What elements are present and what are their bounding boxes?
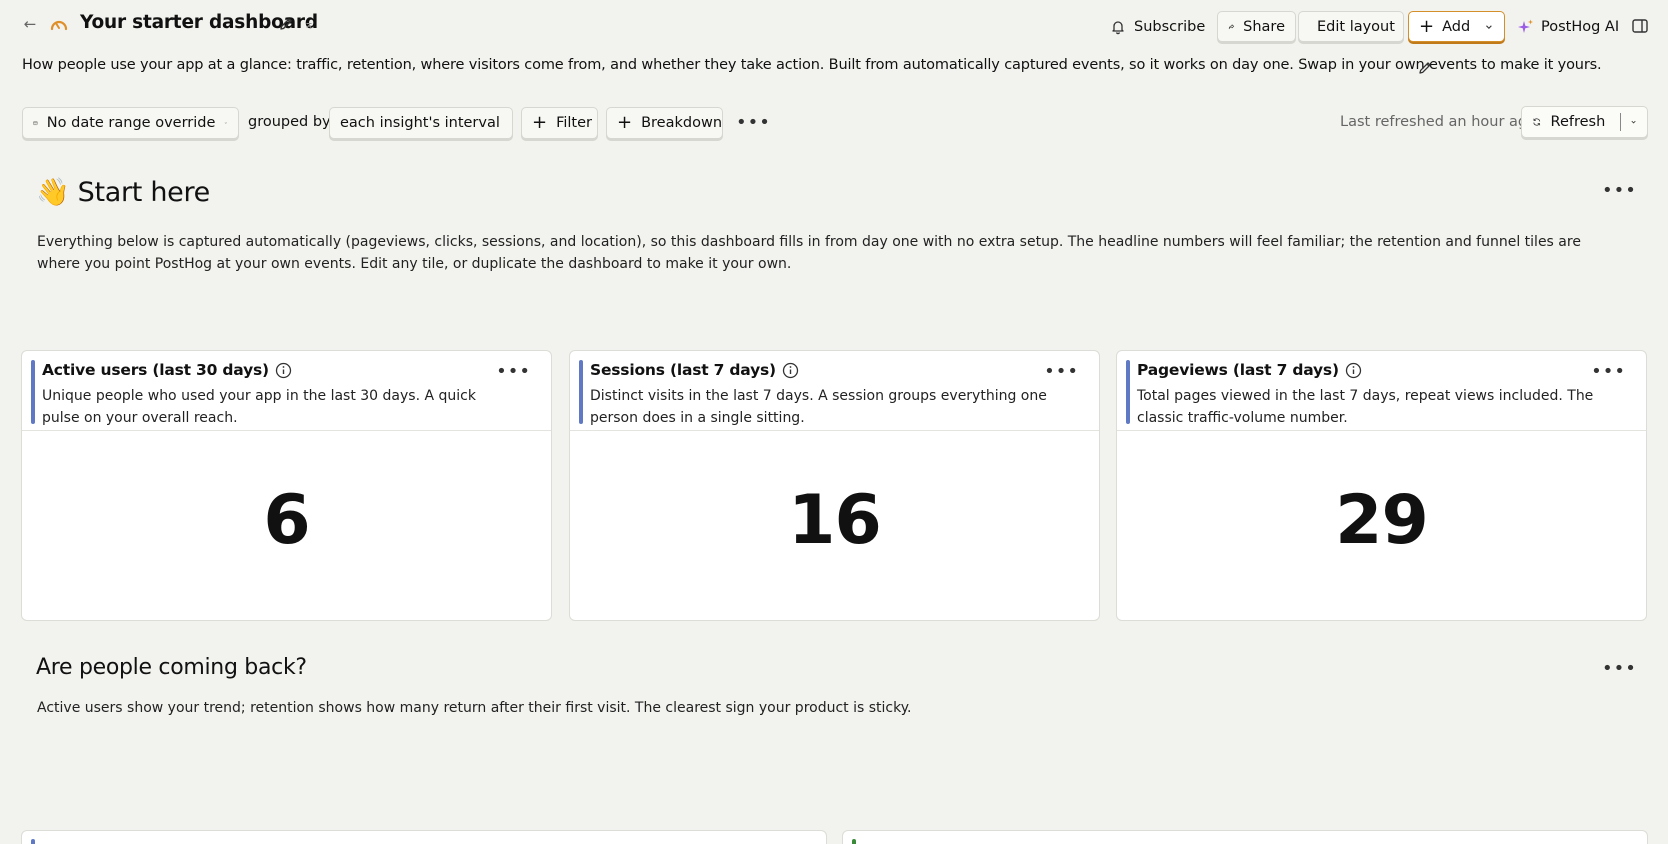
dashboard-icon <box>49 16 69 36</box>
section-body-start-here: Everything below is captured automatical… <box>37 234 1581 272</box>
refresh-button[interactable]: Refresh <box>1521 106 1648 138</box>
info-icon[interactable] <box>782 362 799 379</box>
interval-select[interactable]: each insight's interval <box>329 107 513 139</box>
ai-label: PostHog AI <box>1541 19 1620 35</box>
insight-card-partial[interactable] <box>842 830 1648 844</box>
card-description: Total pages viewed in the last 7 days, r… <box>1137 388 1594 426</box>
interval-label: each insight's interval <box>340 115 500 131</box>
refresh-label: Refresh <box>1550 114 1606 130</box>
more-icon[interactable]: ••• <box>496 361 531 382</box>
sparkle-icon <box>1518 19 1533 33</box>
share-icon <box>1228 23 1235 29</box>
section-body-coming-back: Active users show your trend; retention … <box>37 700 912 716</box>
breakdown-label: Breakdown <box>641 115 723 131</box>
dashboard-description: How people use your app at a glance: tra… <box>22 57 1602 73</box>
chevron-down-icon[interactable] <box>1630 116 1637 128</box>
back-arrow-icon[interactable]: ← <box>20 14 40 34</box>
card-header: Sessions (last 7 days) Distinct visits i… <box>570 351 1099 431</box>
add-label: Add <box>1442 18 1471 35</box>
bell-icon <box>1112 21 1124 35</box>
filter-label: Filter <box>556 115 593 131</box>
chevron-down-icon[interactable] <box>1484 21 1494 33</box>
card-title[interactable]: Sessions (last 7 days) <box>590 361 776 379</box>
top-bar: ← Your starter dashboard ⌅ Subscribe Sha… <box>0 0 1668 52</box>
section-title-start-here: 👋 Start here <box>36 177 210 208</box>
card-value: 6 <box>263 481 310 560</box>
date-range-select[interactable]: No date range override <box>22 107 239 139</box>
card-value: 29 <box>1335 481 1429 560</box>
card-description: Unique people who used your app in the l… <box>42 388 476 426</box>
plus-icon: + <box>617 112 633 133</box>
edit-layout-button[interactable]: Edit layout <box>1298 11 1404 42</box>
edit-description-pencil-icon[interactable] <box>1417 60 1433 76</box>
posthog-ai-button[interactable]: PostHog AI <box>1517 14 1619 40</box>
card-accent-bar <box>852 839 856 844</box>
filter-button[interactable]: + Filter <box>521 107 598 139</box>
insight-card-pageviews[interactable]: Pageviews (last 7 days) Total pages view… <box>1116 350 1647 621</box>
more-icon[interactable]: ••• <box>1602 180 1637 201</box>
more-icon[interactable]: ••• <box>1591 361 1626 382</box>
plus-icon: + <box>1419 15 1435 37</box>
card-accent-bar <box>579 360 583 424</box>
card-description: Distinct visits in the last 7 days. A se… <box>590 388 1047 426</box>
add-button[interactable]: + Add <box>1408 11 1505 42</box>
date-range-label: No date range override <box>46 115 216 131</box>
refresh-icon <box>1533 118 1541 126</box>
section-title-coming-back: Are people coming back? <box>36 655 307 680</box>
calendar-icon <box>33 121 38 125</box>
pencil-icon[interactable] <box>278 16 294 32</box>
card-accent-bar <box>31 360 35 424</box>
more-icon[interactable]: ••• <box>1602 658 1637 679</box>
card-header: Pageviews (last 7 days) Total pages view… <box>1117 351 1646 431</box>
share-label: Share <box>1243 18 1285 35</box>
share-button[interactable]: Share <box>1217 11 1296 42</box>
subscribe-label: Subscribe <box>1134 19 1206 35</box>
side-panel-icon[interactable] <box>1631 17 1649 35</box>
edit-layout-label: Edit layout <box>1317 18 1395 35</box>
pin-icon[interactable]: ⌅ <box>302 16 316 32</box>
insight-card-sessions[interactable]: Sessions (last 7 days) Distinct visits i… <box>569 350 1100 621</box>
plus-icon: + <box>532 112 548 133</box>
more-icon[interactable]: ••• <box>1044 361 1079 382</box>
card-header: Active users (last 30 days) Unique peopl… <box>22 351 551 431</box>
insight-card-active-users[interactable]: Active users (last 30 days) Unique peopl… <box>21 350 552 621</box>
chevron-down-icon <box>225 122 228 124</box>
info-icon[interactable] <box>275 362 292 379</box>
grouped-by-label: grouped by <box>248 114 331 130</box>
card-value: 16 <box>788 481 882 560</box>
card-title[interactable]: Active users (last 30 days) <box>42 361 269 379</box>
separator <box>1620 113 1621 131</box>
last-refreshed-text: Last refreshed an hour ago <box>1340 114 1536 130</box>
card-title[interactable]: Pageviews (last 7 days) <box>1137 361 1339 379</box>
card-accent-bar <box>31 839 35 844</box>
info-icon[interactable] <box>1345 362 1362 379</box>
subscribe-button[interactable]: Subscribe <box>1110 14 1205 40</box>
breakdown-button[interactable]: + Breakdown <box>606 107 723 139</box>
more-icon[interactable]: ••• <box>736 112 771 133</box>
insight-card-partial[interactable] <box>21 830 827 844</box>
card-accent-bar <box>1126 360 1130 424</box>
